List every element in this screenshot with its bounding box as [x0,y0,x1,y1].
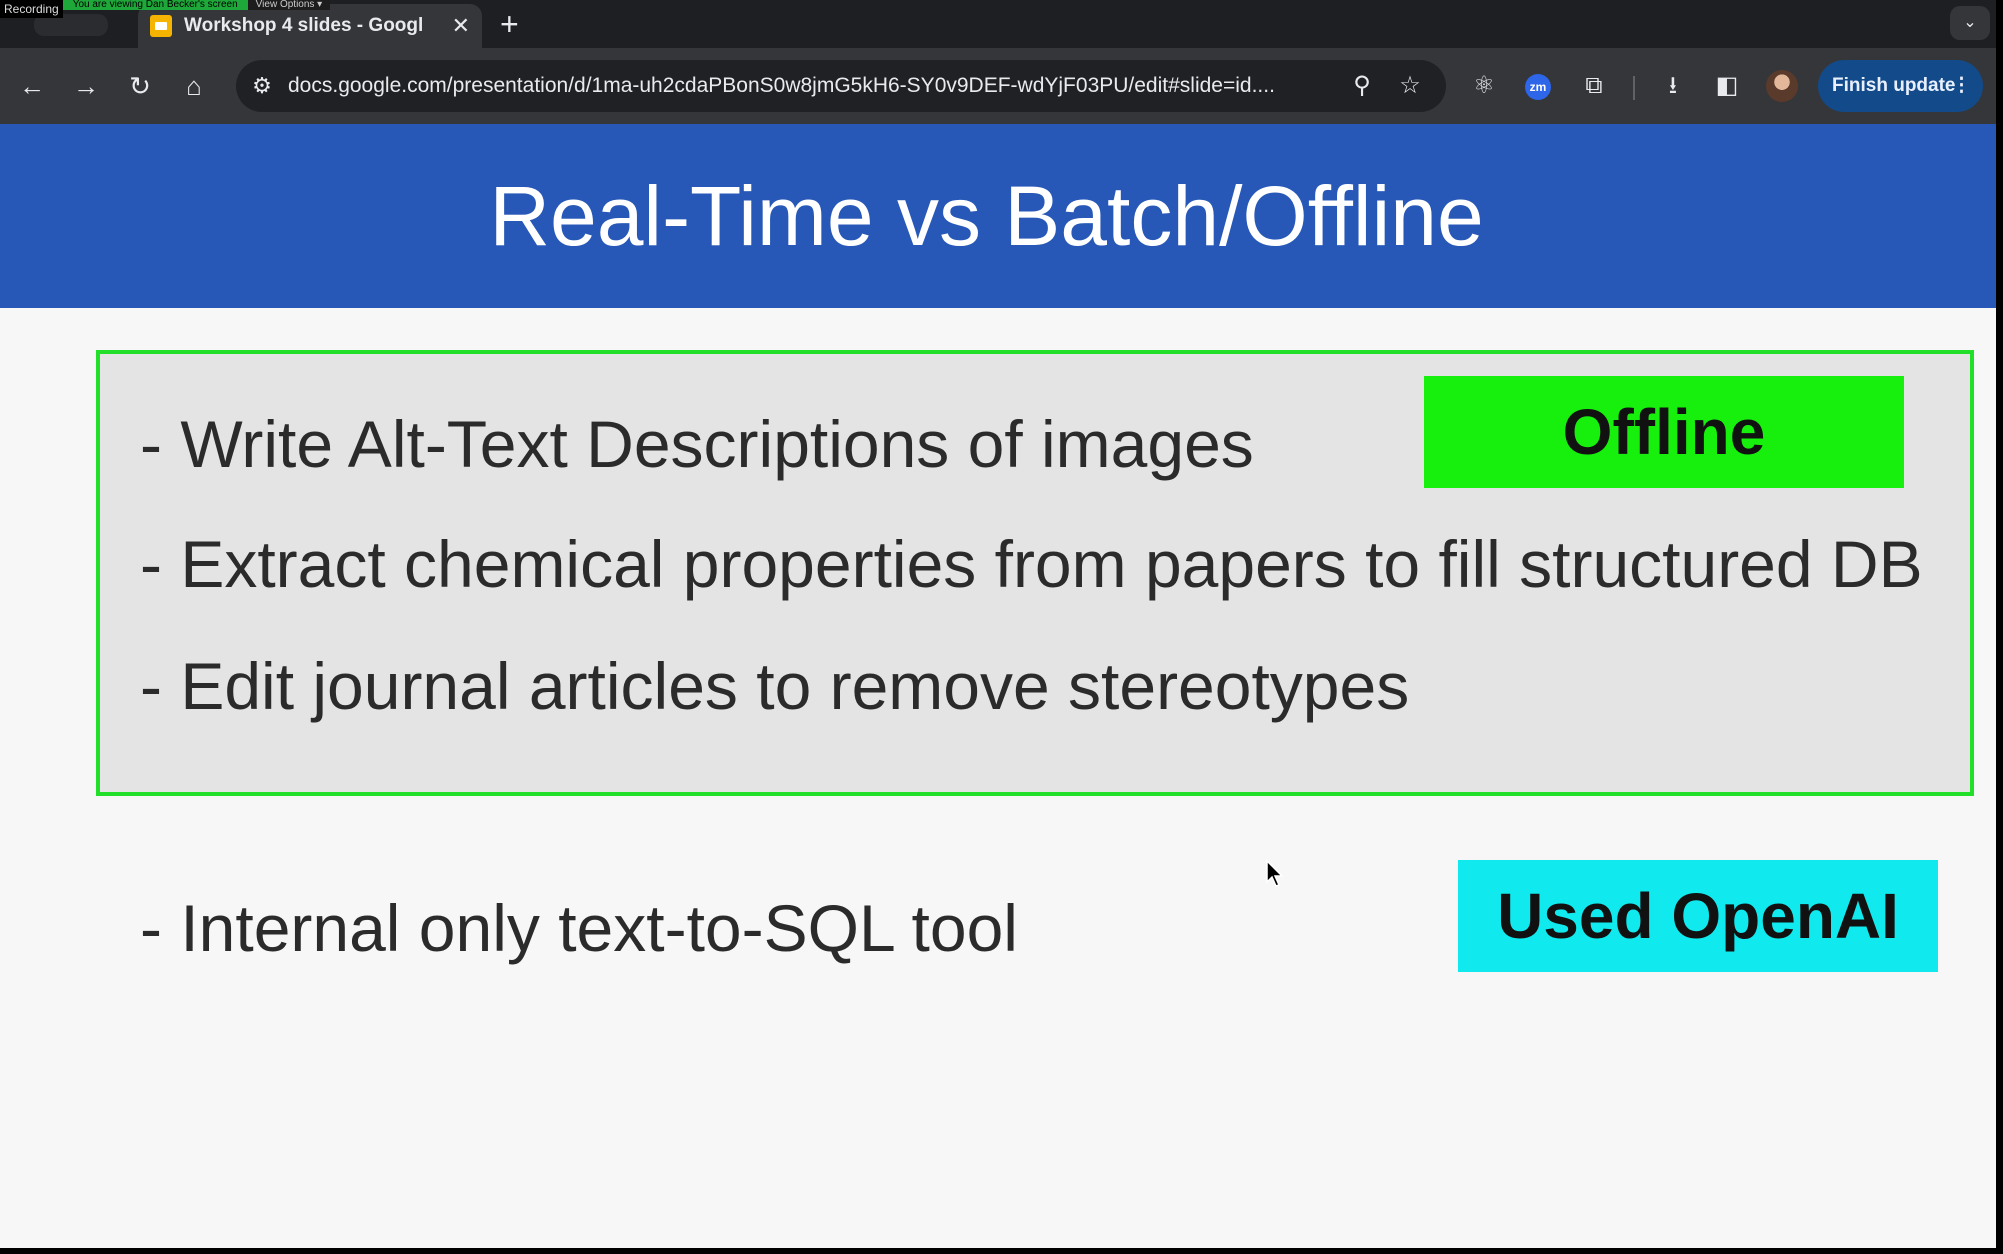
tab-title: Workshop 4 slides - Google Slides [184,15,424,36]
zoom-lens-icon[interactable]: ⚲ [1348,72,1376,100]
finish-update-label: Finish update [1832,75,1956,96]
react-extension-icon[interactable]: ⚛ [1468,70,1500,102]
bookmark-star-icon[interactable]: ☆ [1396,72,1424,100]
slide-header-band: Real-Time vs Batch/Offline [0,124,2003,308]
zoom-share-banner: Recording You are viewing Dan Becker's s… [0,0,331,18]
slide-canvas: Real-Time vs Batch/Offline - Write Alt-T… [0,124,2003,1254]
url-text[interactable]: docs.google.com/presentation/d/1ma-uh2cd… [288,60,1275,112]
back-icon[interactable]: ← [16,70,48,102]
bullet-chemical-properties: - Extract chemical properties from paper… [140,527,1923,601]
slides-favicon-icon [150,15,172,37]
bullet-journal-articles: - Edit journal articles to remove stereo… [140,649,1410,723]
home-icon[interactable]: ⌂ [178,70,210,102]
reload-icon[interactable]: ↻ [124,70,156,102]
forward-icon[interactable]: → [70,70,102,102]
mouse-cursor-icon [1266,860,1284,887]
zoom-extension-icon[interactable]: zm [1525,74,1551,100]
used-openai-tag: Used OpenAI [1458,860,1938,972]
side-panel-icon[interactable]: ◧ [1711,70,1743,102]
extensions-puzzle-icon[interactable]: ⧉ [1578,70,1610,102]
tab-search-icon[interactable]: ⌄ [1950,6,1990,40]
recording-label: Recording [0,0,63,18]
site-info-icon[interactable]: ⚙ [248,72,276,100]
download-icon[interactable]: ⭳ [1657,70,1689,102]
bullet-text-to-sql: - Internal only text-to-SQL tool [140,891,1018,965]
viewing-screen-label: You are viewing Dan Becker's screen [62,0,248,10]
screen-edge-right [1996,0,2003,1254]
address-bar[interactable]: ⚙ docs.google.com/presentation/d/1ma-uh2… [236,60,1446,112]
browser-toolbar: ← → ↻ ⌂ ⚙ docs.google.com/presentation/d… [0,48,2003,124]
new-tab-icon[interactable]: + [500,6,519,43]
finish-update-button[interactable]: Finish update ⋮ [1818,60,1983,112]
offline-tag: Offline [1424,376,1904,488]
screen-edge-bottom [0,1248,2003,1254]
view-options-button[interactable]: View Options ▾ [247,0,331,10]
slide-title: Real-Time vs Batch/Offline [489,169,1484,263]
bullet-alt-text: - Write Alt-Text Descriptions of images [140,407,1254,481]
toolbar-divider [1633,76,1635,100]
profile-avatar[interactable] [1766,70,1798,102]
menu-kebab-icon[interactable]: ⋮ [1952,60,1971,112]
close-icon[interactable]: ✕ [452,13,470,39]
